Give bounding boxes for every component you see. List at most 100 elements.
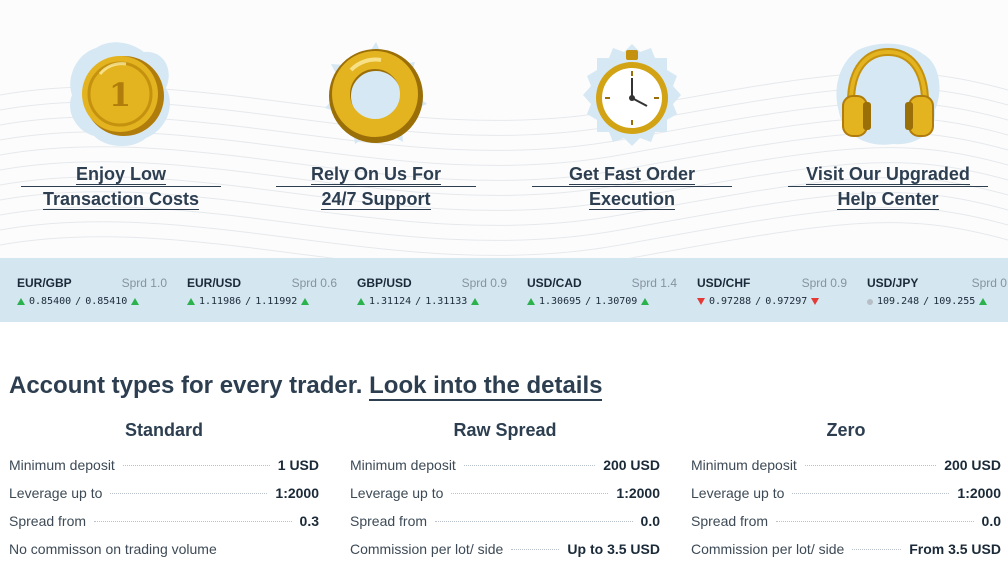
pair-symbol: USD/CHF: [697, 276, 751, 290]
dotted-leader: [792, 493, 950, 494]
spec-label: Minimum deposit: [691, 457, 797, 473]
spec-label: No commisson on trading volume: [9, 541, 217, 557]
details-link[interactable]: Look into the details: [369, 372, 603, 401]
pair-spread: Sprd 0.7: [971, 276, 1008, 290]
feature-title-line2: Help Center: [837, 189, 939, 210]
spec-row: Leverage up to 1:2000: [350, 485, 660, 513]
pair-bid: 0.97288: [709, 296, 752, 307]
feature-title-line2: Execution: [588, 189, 676, 210]
spec-value: From 3.5 USD: [909, 541, 1001, 557]
account-card-zero[interactable]: Zero Minimum deposit 200 USD Leverage up…: [691, 420, 1001, 569]
pair-ask: 1.31133: [425, 296, 468, 307]
lifebuoy-icon: [321, 40, 431, 150]
pair-symbol: EUR/USD: [187, 276, 242, 290]
pair-symbol: GBP/USD: [357, 276, 412, 290]
price-separator: /: [923, 296, 930, 307]
spec-label: Leverage up to: [691, 485, 785, 501]
price-separator: /: [415, 296, 422, 307]
pair-spread: Sprd 0.6: [291, 276, 337, 290]
dotted-leader: [804, 465, 937, 466]
trend-up-icon: [357, 298, 365, 305]
ticker-pair[interactable]: USD/CAD Sprd 1.4 1.30695 / 1.30709: [527, 276, 687, 307]
price-ticker: EUR/GBP Sprd 1.0 0.85400 / 0.85410 EUR/U…: [0, 258, 1008, 322]
spec-row: Spread from 0.3: [9, 513, 319, 541]
trend-down-icon: [697, 298, 705, 305]
price-separator: /: [585, 296, 592, 307]
trend-up-icon: [187, 298, 195, 305]
pair-ask: 0.97297: [765, 296, 808, 307]
feature-low-costs[interactable]: 1 Enjoy Low Transaction Costs: [21, 40, 221, 211]
pair-bid: 1.11986: [199, 296, 242, 307]
spec-label: Spread from: [350, 513, 428, 529]
account-name: Zero: [826, 420, 866, 440]
account-card-standard[interactable]: Standard Minimum deposit 1 USD Leverage …: [9, 420, 319, 569]
spec-value: 200 USD: [603, 457, 660, 473]
spec-label: Leverage up to: [350, 485, 444, 501]
trend-down-icon: [811, 298, 820, 305]
dotted-leader: [110, 493, 268, 494]
trend-up-icon: [471, 298, 480, 305]
trend-up-icon: [641, 298, 650, 305]
ticker-pair[interactable]: EUR/USD Sprd 0.6 1.11986 / 1.11992: [187, 276, 347, 307]
ticker-pair[interactable]: USD/JPY Sprd 0.7 109.248 / 109.255: [867, 276, 1008, 307]
ticker-pair[interactable]: EUR/GBP Sprd 1.0 0.85400 / 0.85410: [17, 276, 177, 307]
spec-row: Spread from 0.0: [691, 513, 1001, 541]
account-card-raw-spread[interactable]: Raw Spread Minimum deposit 200 USD Lever…: [350, 420, 660, 569]
spec-label: Commission per lot/ side: [350, 541, 504, 557]
feature-support[interactable]: Rely On Us For 24/7 Support: [276, 40, 476, 211]
account-name: Raw Spread: [453, 420, 557, 440]
dotted-leader: [852, 549, 902, 550]
pair-symbol: USD/CAD: [527, 276, 582, 290]
spec-row: Leverage up to 1:2000: [9, 485, 319, 513]
price-separator: /: [755, 296, 762, 307]
dotted-leader: [511, 549, 560, 550]
spec-value: 200 USD: [944, 457, 1001, 473]
pair-bid: 109.248: [877, 296, 920, 307]
feature-title-line2: 24/7 Support: [321, 189, 431, 210]
feature-title-line1: Enjoy Low: [76, 164, 166, 185]
feature-title: Get Fast Order Execution: [532, 162, 732, 211]
spec-label: Spread from: [691, 513, 769, 529]
dotted-leader: [463, 465, 596, 466]
spec-value: 1 USD: [277, 457, 319, 473]
spec-value: 0.0: [981, 513, 1001, 529]
ticker-pair[interactable]: USD/CHF Sprd 0.9 0.97288 / 0.97297: [697, 276, 857, 307]
spec-value: Up to 3.5 USD: [567, 541, 660, 557]
feature-title: Rely On Us For 24/7 Support: [276, 162, 476, 211]
spec-value: 1:2000: [275, 485, 319, 501]
feature-fast-execution[interactable]: Get Fast Order Execution: [532, 40, 732, 211]
headphones-icon: [833, 40, 943, 150]
price-separator: /: [245, 296, 252, 307]
spec-label: Commission per lot/ side: [691, 541, 845, 557]
spec-row: Commission per lot/ side Up to 3.5 USD: [350, 541, 660, 569]
pair-bid: 1.31124: [369, 296, 412, 307]
feature-title-line1: Visit Our Upgraded: [806, 164, 970, 185]
pair-symbol: EUR/GBP: [17, 276, 72, 290]
trend-up-icon: [17, 298, 25, 305]
pair-spread: Sprd 1.4: [631, 276, 677, 290]
dotted-leader: [122, 465, 270, 466]
feature-title-line1: Get Fast Order: [568, 164, 696, 185]
dotted-leader: [435, 521, 633, 522]
pair-spread: Sprd 1.0: [121, 276, 167, 290]
pair-symbol: USD/JPY: [867, 276, 919, 290]
pair-ask: 1.11992: [255, 296, 298, 307]
account-name: Standard: [124, 420, 203, 440]
pair-spread: Sprd 0.9: [461, 276, 507, 290]
coin-icon: 1: [66, 40, 176, 150]
spec-row: Minimum deposit 200 USD: [691, 457, 1001, 485]
pair-ask: 0.85410: [85, 296, 128, 307]
spec-value: 1:2000: [957, 485, 1001, 501]
pair-spread: Sprd 0.9: [801, 276, 847, 290]
stopwatch-icon: [577, 40, 687, 150]
spec-label: Spread from: [9, 513, 87, 529]
feature-title-line2: Transaction Costs: [42, 189, 200, 210]
spec-row: Minimum deposit 200 USD: [350, 457, 660, 485]
spec-row: Spread from 0.0: [350, 513, 660, 541]
feature-help-center[interactable]: Visit Our Upgraded Help Center: [788, 40, 988, 211]
features-section: 1 Enjoy Low Transaction Costs Rely On Us…: [0, 0, 1008, 258]
ticker-pair[interactable]: GBP/USD Sprd 0.9 1.31124 / 1.31133: [357, 276, 517, 307]
trend-up-icon: [979, 298, 988, 305]
spec-label: Leverage up to: [9, 485, 103, 501]
spec-row: Minimum deposit 1 USD: [9, 457, 319, 485]
